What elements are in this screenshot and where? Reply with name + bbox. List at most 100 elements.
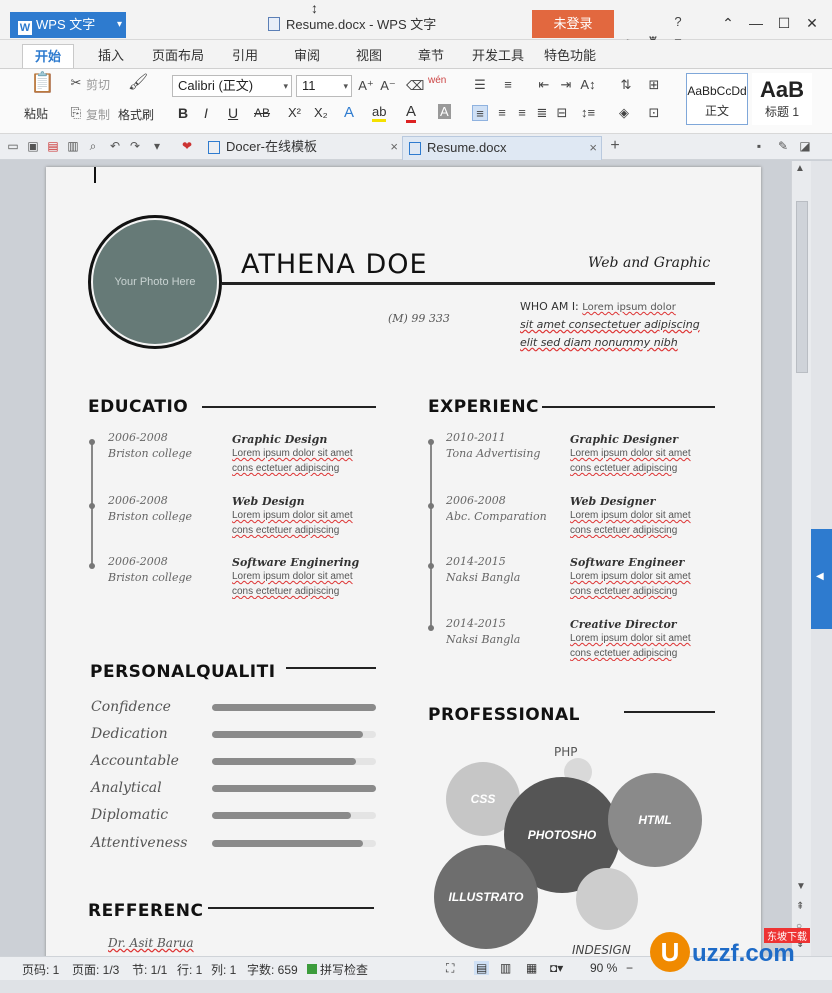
undo-icon[interactable]: ↶ xyxy=(108,139,122,153)
print-preview-icon[interactable]: ⌕ xyxy=(86,139,100,153)
print-icon[interactable]: ▥ xyxy=(66,139,80,153)
distribute-icon[interactable]: ⊟ xyxy=(554,105,570,121)
document-page[interactable]: Your Photo Here ATHENA DOE Web and Graph… xyxy=(46,167,761,956)
close-tab-icon[interactable]: × xyxy=(589,137,597,159)
increase-indent-icon[interactable]: ⇥ xyxy=(558,77,574,93)
tab-special[interactable]: 特色功能 xyxy=(532,44,608,68)
align-center-icon[interactable]: ≡ xyxy=(494,105,510,121)
full-screen-icon[interactable]: ⛶ xyxy=(446,961,454,976)
status-words[interactable]: 字数: 659 xyxy=(247,961,298,978)
tab-review[interactable]: 审阅 xyxy=(282,44,332,68)
bullet-list-icon[interactable]: ☰ xyxy=(472,77,488,93)
align-right-icon[interactable]: ≡ xyxy=(514,105,530,121)
scrollbar-thumb[interactable] xyxy=(796,201,808,373)
photo-placeholder[interactable]: Your Photo Here xyxy=(93,220,217,344)
table-icon[interactable]: ⊞ xyxy=(646,77,662,93)
tab-docer[interactable]: Docer-在线模板 × xyxy=(202,136,402,160)
login-button[interactable]: 未登录 xyxy=(532,10,614,38)
shading-icon[interactable]: ◈ xyxy=(616,105,632,121)
prev-page-icon[interactable]: ⇞ xyxy=(796,901,804,912)
format-painter-button[interactable]: 格式刷 xyxy=(118,106,154,123)
status-pages[interactable]: 页面: 1/3 xyxy=(72,961,119,978)
app-menu-button[interactable]: W WPS 文字 ▾ xyxy=(10,12,126,38)
experience-desc: Lorem ipsum dolor sit amet cons ectetuer … xyxy=(570,508,718,538)
tab-view[interactable]: 视图 xyxy=(344,44,394,68)
tab-developer[interactable]: 开发工具 xyxy=(460,44,536,68)
customize-toolbar-icon[interactable]: ▾ xyxy=(150,139,164,153)
paste-icon[interactable]: 📋 xyxy=(30,73,55,99)
highlight-button[interactable]: ab xyxy=(372,104,387,122)
edit-icon[interactable]: ✎ xyxy=(776,139,790,153)
new-tab-icon[interactable]: + xyxy=(608,138,622,154)
zoom-level[interactable]: 90 % xyxy=(590,961,617,975)
style-heading1[interactable]: AaB 标题 1 xyxy=(752,73,812,125)
numbered-list-icon[interactable]: ≡ xyxy=(500,77,516,93)
experience-date: 2006-2008 xyxy=(446,494,506,507)
clear-format-icon[interactable]: ⌫ xyxy=(406,78,424,94)
tab-chapter[interactable]: 章节 xyxy=(406,44,456,68)
italic-button[interactable]: I xyxy=(204,105,208,121)
web-view-icon[interactable]: ▦ xyxy=(526,961,537,975)
maximize-icon[interactable]: ☐ xyxy=(770,10,798,36)
folder-icon[interactable]: ▭ xyxy=(6,139,20,153)
borders-icon[interactable]: ⊡ xyxy=(646,105,662,121)
sort-icon[interactable]: ⇅ xyxy=(618,77,634,93)
superscript-button[interactable]: X² xyxy=(288,105,301,120)
save-icon[interactable]: ▣ xyxy=(26,139,40,153)
strikethrough-button[interactable]: AB xyxy=(254,106,270,120)
close-icon[interactable]: ✕ xyxy=(798,10,826,36)
scroll-up-icon[interactable]: ▲ xyxy=(795,163,805,174)
line-spacing-icon[interactable]: ↕≡ xyxy=(580,105,596,121)
quality-bar xyxy=(212,812,376,819)
help-icon[interactable]: ?▾ xyxy=(668,12,688,49)
align-left-icon[interactable]: ≡ xyxy=(472,105,488,121)
scroll-down-icon[interactable]: ▼ xyxy=(796,881,806,892)
outline-view-icon[interactable]: ▥ xyxy=(500,961,511,975)
justify-icon[interactable]: ≣ xyxy=(534,105,550,121)
vertical-scrollbar[interactable]: ▲ ▼ ⇞ ○ ⇟ xyxy=(791,161,811,956)
tab-insert[interactable]: 插入 xyxy=(86,44,136,68)
status-row: 行: 1 xyxy=(177,963,203,977)
brush-icon[interactable]: 🖌 xyxy=(128,75,148,91)
pinyin-button[interactable]: wén xyxy=(428,75,446,86)
minimize-icon[interactable]: — xyxy=(742,10,770,36)
style-normal[interactable]: AaBbCcDd 正文 xyxy=(686,73,748,125)
scissors-icon[interactable]: ✂ xyxy=(68,75,84,91)
bold-button[interactable]: B xyxy=(178,105,188,121)
quality-label: Diplomatic xyxy=(91,807,169,823)
tab-references[interactable]: 引用 xyxy=(220,44,270,68)
font-color-button[interactable]: A xyxy=(406,103,417,123)
experience-title: Web Designer xyxy=(570,495,656,508)
close-tab-icon[interactable]: × xyxy=(390,136,398,158)
panel-toggle-icon[interactable]: ◪ xyxy=(798,139,812,153)
spellcheck-button[interactable]: 拼写检查 xyxy=(320,961,368,978)
font-select[interactable]: Calibri (正文) ▾ xyxy=(172,75,292,97)
cut-button[interactable]: 剪切 xyxy=(86,76,110,93)
text-direction-icon[interactable]: A↕ xyxy=(580,77,596,93)
grow-font-icon[interactable]: A⁺ xyxy=(358,78,374,94)
subscript-button[interactable]: X₂ xyxy=(314,105,328,120)
text-effect-button[interactable]: A xyxy=(344,104,354,121)
experience-heading: EXPERIENC xyxy=(428,397,540,417)
zoom-out-icon[interactable]: − xyxy=(626,961,633,975)
page-view-icon[interactable]: ▤ xyxy=(474,961,490,975)
reading-view-icon[interactable]: ◘▾ xyxy=(550,961,563,975)
font-size-select[interactable]: 11 ▾ xyxy=(296,75,352,97)
collapse-ribbon-icon[interactable]: ⌃ xyxy=(714,10,742,36)
window-list-icon[interactable]: ▪ xyxy=(752,139,766,153)
underline-button[interactable]: U xyxy=(228,105,238,121)
docer-icon[interactable]: ❤ xyxy=(180,139,194,153)
redo-icon[interactable]: ↷ xyxy=(128,139,142,153)
copy-button[interactable]: 复制 xyxy=(86,106,110,123)
tab-resume[interactable]: Resume.docx × xyxy=(402,136,602,160)
char-shading-button[interactable]: A xyxy=(438,104,451,119)
shrink-font-icon[interactable]: A⁻ xyxy=(380,78,396,94)
document-area[interactable]: Your Photo Here ATHENA DOE Web and Graph… xyxy=(0,161,791,956)
tab-home[interactable]: 开始 xyxy=(22,44,75,68)
copy-icon[interactable]: ⎘ xyxy=(68,105,84,121)
tab-page-layout[interactable]: 页面布局 xyxy=(140,44,216,68)
paste-button[interactable]: 粘贴 xyxy=(24,105,48,122)
decrease-indent-icon[interactable]: ⇤ xyxy=(536,77,552,93)
pdf-icon[interactable]: ▤ xyxy=(46,139,60,153)
chevron-left-icon[interactable]: ◀ xyxy=(816,571,824,582)
